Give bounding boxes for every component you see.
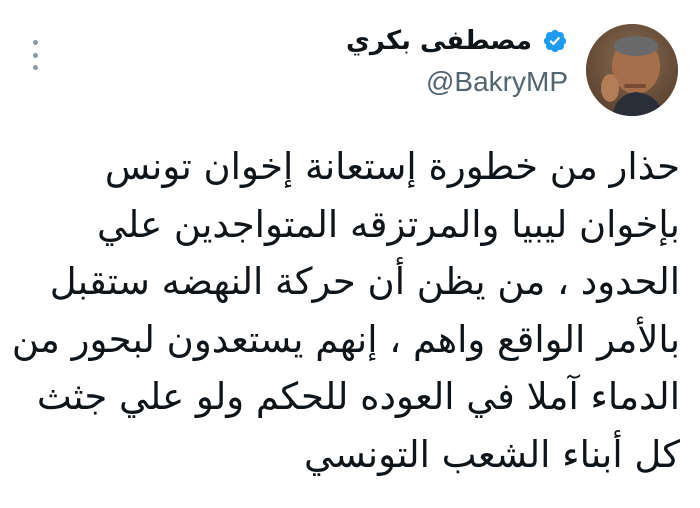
vertical-ellipsis-icon[interactable] (28, 40, 42, 70)
author-handle[interactable]: @BakryMP (346, 66, 568, 98)
verified-badge-icon (543, 29, 567, 53)
tweet-header: مصطفى بكري @BakryMP (346, 26, 568, 98)
avatar[interactable] (586, 24, 678, 116)
author-name[interactable]: مصطفى بكري (346, 26, 532, 56)
tweet-card[interactable]: مصطفى بكري @BakryMP حذار من خطورة إستعان… (0, 0, 700, 508)
tweet-text: حذار من خطورة إستعانة إخوان تونس بإخوان … (11, 145, 680, 476)
